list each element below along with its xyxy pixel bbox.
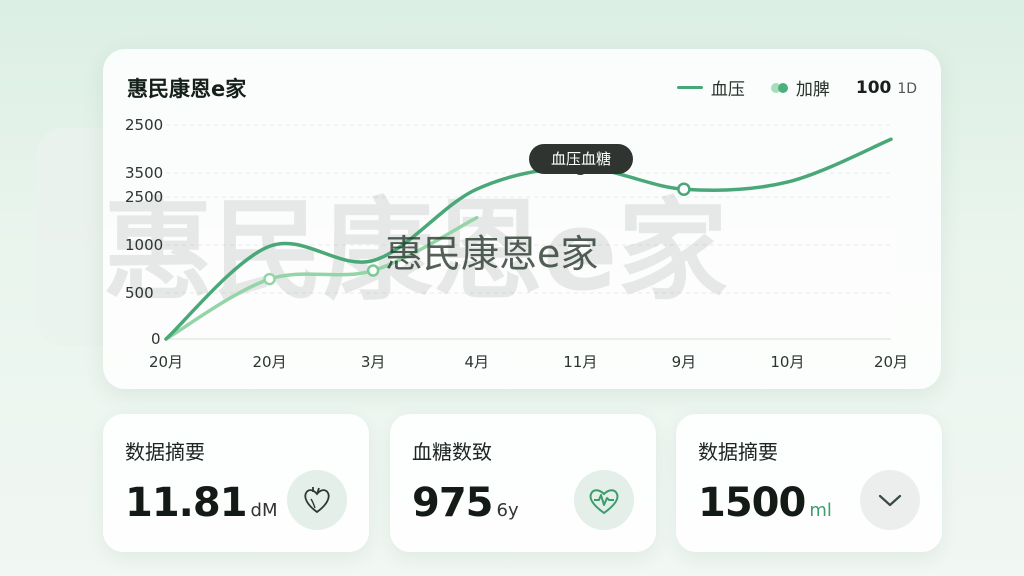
x-tick-label: 11月 [563, 353, 597, 371]
y-tick-label: 500 [125, 284, 154, 302]
data-point[interactable] [263, 272, 276, 286]
heart-icon [287, 470, 347, 530]
stat-value: 1500 ml [698, 480, 832, 526]
stat-number: 11.81 [125, 480, 248, 526]
tooltip-text: 血压血糖 [551, 150, 611, 168]
x-tick-label: 20月 [874, 353, 908, 371]
stat-title: 数据摘要 [125, 440, 205, 464]
stat-number: 975 [412, 480, 493, 526]
heartbeat-icon [574, 470, 634, 530]
stat-unit: dM [250, 500, 278, 521]
x-tick-label: 10月 [770, 353, 804, 371]
x-tick-label: 4月 [464, 353, 489, 371]
stat-unit: ml [809, 500, 832, 521]
stat-card-2[interactable]: 血糖数致 975 6y [390, 414, 656, 552]
stat-card-1[interactable]: 数据摘要 11.81 dM [103, 414, 369, 552]
data-point[interactable] [366, 264, 380, 277]
stat-value: 11.81 dM [125, 480, 278, 526]
x-tick-label: 9月 [672, 353, 697, 371]
y-tick-label: 1000 [125, 236, 163, 254]
x-axis-ticks: 20月 20月 3月 4月 11月 9月 10月 20月 [149, 353, 908, 371]
chevron-down-icon[interactable] [860, 470, 920, 530]
y-tick-label: 0 [151, 330, 161, 348]
data-point[interactable] [677, 182, 691, 196]
chart-tooltip: 血压血糖 [529, 144, 633, 174]
chart-card: 惠民康恩e家 血压 加脾 100 1D 惠民康恩e家 2500 3500 2500 1… [103, 49, 941, 389]
stat-value: 975 6y [412, 480, 519, 526]
stat-unit: 6y [496, 500, 519, 521]
y-tick-label: 2500 [125, 188, 163, 206]
x-tick-label: 20月 [149, 353, 183, 371]
x-tick-label: 20月 [253, 353, 287, 371]
chart-watermark-center: 惠民康恩e家 [385, 232, 598, 276]
line-chart: 惠民康恩e家 2500 3500 2500 1000 500 0 20月 20月 3月 4月 11… [103, 116, 908, 371]
stat-card-3[interactable]: 数据摘要 1500 ml [676, 414, 942, 552]
y-tick-label: 2500 [125, 116, 163, 134]
stat-number: 1500 [698, 480, 806, 526]
stat-title: 血糖数致 [412, 440, 492, 464]
y-tick-label: 3500 [125, 164, 163, 182]
x-tick-label: 3月 [361, 353, 386, 371]
stat-title: 数据摘要 [698, 440, 778, 464]
